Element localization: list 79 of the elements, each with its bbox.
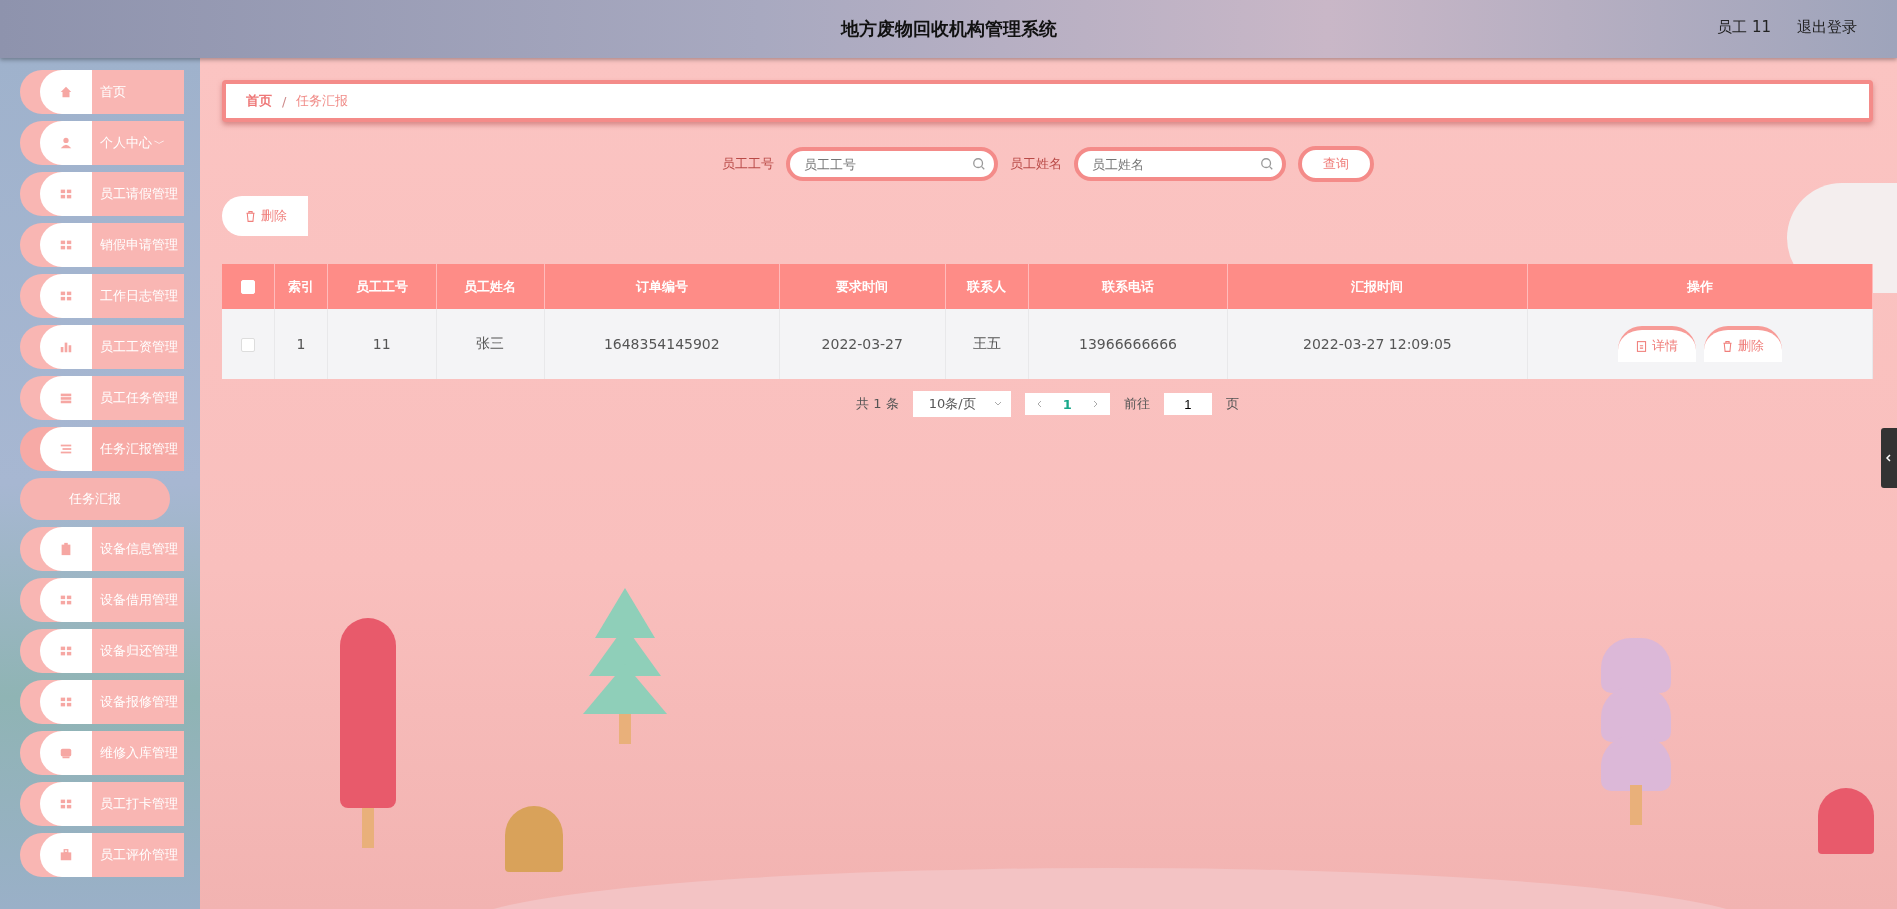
column-header: 索引 [274, 264, 328, 309]
menu-item[interactable]: 任务汇报管理 [20, 427, 184, 471]
table-cell: 2022-03-27 12:09:05 [1227, 309, 1528, 379]
menu-item[interactable]: 员工工资管理 [20, 325, 184, 369]
menu-item[interactable]: 员工打卡管理 [20, 782, 184, 826]
field-label: 员工姓名 [1009, 155, 1062, 173]
menu-item[interactable]: 设备信息管理 [20, 527, 184, 571]
grid-icon [59, 695, 73, 709]
trash-icon [1721, 339, 1735, 353]
logout-link[interactable]: 退出登录 [1797, 18, 1857, 37]
menu-item[interactable]: 工作日志管理 [20, 274, 184, 318]
row-action-button[interactable]: 详情 [1617, 326, 1696, 362]
app-title: 地方废物回收机构管理系统 [840, 17, 1057, 41]
column-header: 订单编号 [544, 264, 779, 309]
trash-icon [243, 209, 257, 223]
briefcase-icon [59, 848, 73, 862]
page-size-select[interactable]: 10条/页 [912, 391, 1011, 417]
breadcrumb-link[interactable]: 任务汇报 [296, 92, 349, 110]
table-cell: 1648354145902 [544, 309, 779, 379]
clipboard-icon [59, 542, 73, 556]
table-cell: 13966666666 [1028, 309, 1228, 379]
search-button[interactable]: 查询 [1297, 146, 1374, 182]
breadcrumb-link[interactable]: 首页 [246, 92, 272, 110]
row-checkbox[interactable] [241, 338, 255, 352]
column-header: 联系电话 [1028, 264, 1228, 309]
grid-icon [59, 797, 73, 811]
grid-icon [59, 644, 73, 658]
menu-item[interactable]: 设备归还管理 [20, 629, 184, 673]
select-all-checkbox[interactable] [241, 280, 255, 295]
table-cell: 2022-03-27 [779, 309, 946, 379]
bar-chart-icon [59, 340, 73, 354]
search-icon [1259, 157, 1274, 171]
page-number[interactable]: 1 [1062, 396, 1072, 412]
rows-icon [59, 391, 73, 405]
table-cell: 1 [274, 309, 328, 379]
user-icon [59, 136, 73, 150]
document-icon [1635, 339, 1649, 353]
menu-item[interactable]: 首页 [20, 70, 184, 114]
column-header: 汇报时间 [1227, 264, 1528, 309]
chevron-left-icon [1884, 453, 1894, 463]
grid-icon [59, 289, 73, 303]
column-header: 要求时间 [779, 264, 946, 309]
table-cell: 王五 [945, 309, 1029, 379]
column-header: 员工工号 [327, 264, 437, 309]
search-field[interactable]: 员工姓名 [1073, 147, 1286, 181]
total-count: 共 1 条 [856, 395, 899, 413]
menu-item[interactable]: 销假申请管理 [20, 223, 184, 267]
menu-item[interactable]: 员工评价管理 [20, 833, 184, 877]
home-icon [59, 85, 73, 99]
goto-label: 前往 [1123, 395, 1150, 413]
column-header: 员工姓名 [436, 264, 545, 309]
menu-item[interactable]: 设备借用管理 [20, 578, 184, 622]
breadcrumb-separator: / [282, 93, 287, 109]
submenu-item[interactable]: 任务汇报 [20, 478, 170, 520]
menu-item[interactable]: 员工任务管理 [20, 376, 184, 420]
grid-icon [59, 593, 73, 607]
row-action-button[interactable]: 删除 [1703, 326, 1782, 362]
grid-icon [59, 238, 73, 252]
search-icon [971, 157, 986, 171]
dome-drawing [1818, 788, 1874, 854]
menu-item[interactable]: 个人中心﹀ [20, 121, 184, 165]
delete-button[interactable]: 删除 [222, 196, 308, 236]
field-label: 员工工号 [721, 155, 774, 173]
search-field[interactable]: 员工工号 [785, 147, 998, 181]
user-label: 员工 11 [1717, 18, 1771, 37]
page-input[interactable]: 1 [1163, 393, 1212, 415]
page-suffix: 页 [1225, 395, 1239, 413]
table-cell: 11 [327, 309, 437, 379]
table-cell: 张三 [436, 309, 545, 379]
tray-icon [59, 746, 73, 760]
menu-icon [59, 442, 73, 456]
column-header: 操作 [1527, 264, 1873, 309]
side-handle[interactable] [1881, 428, 1897, 488]
menu-item[interactable]: 员工请假管理 [20, 172, 184, 216]
menu-item[interactable]: 维修入库管理 [20, 731, 184, 775]
grid-icon [59, 187, 73, 201]
menu-item[interactable]: 设备报修管理 [20, 680, 184, 724]
dome-drawing [505, 806, 563, 872]
column-header: 联系人 [945, 264, 1029, 309]
